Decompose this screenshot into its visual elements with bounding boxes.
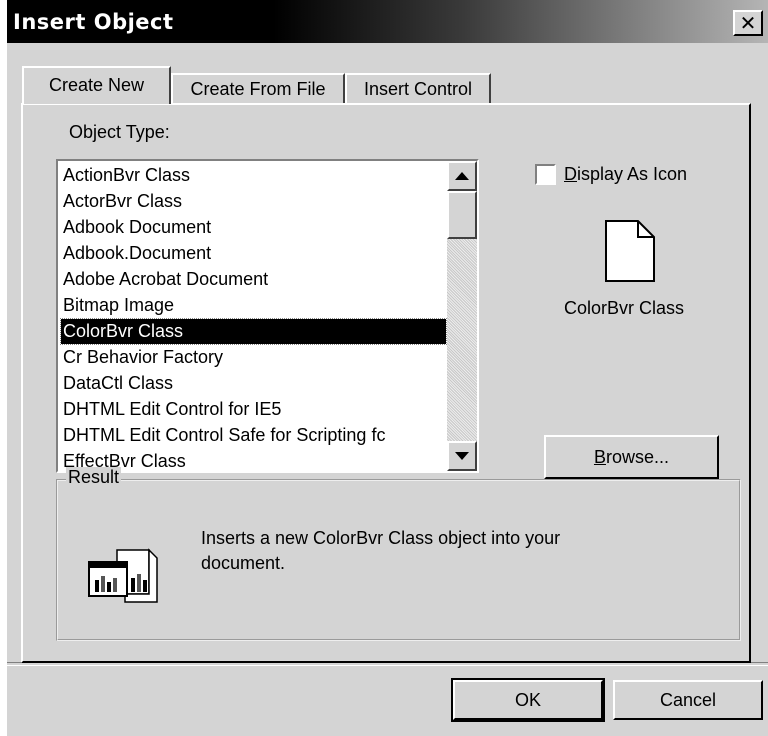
dialog-title: Insert Object xyxy=(13,10,174,34)
tab-insert-control-label: Insert Control xyxy=(363,79,473,99)
list-item[interactable]: Adbook.Document xyxy=(61,241,446,266)
result-label: Result xyxy=(66,467,122,488)
display-as-icon-label[interactable]: Display As Icon xyxy=(564,164,687,185)
close-icon: ✕ xyxy=(739,11,757,35)
tab-create-from-file[interactable]: Create From File xyxy=(171,73,345,103)
tab-create-from-file-label: Create From File xyxy=(190,79,326,99)
ok-button[interactable]: OK xyxy=(451,678,605,722)
cancel-button-label: Cancel xyxy=(659,689,717,710)
scroll-down-button[interactable] xyxy=(447,441,477,471)
list-item[interactable]: DataCtl Class xyxy=(61,371,446,396)
scroll-up-button[interactable] xyxy=(447,161,477,191)
list-item-selected[interactable]: ColorBvr Class xyxy=(60,318,447,345)
result-description-line2: document. xyxy=(201,553,286,573)
object-type-listbox[interactable]: ActionBvr Class ActorBvr Class Adbook Do… xyxy=(56,159,479,473)
document-icon xyxy=(605,220,655,282)
list-item[interactable]: DHTML Edit Control Safe for Scripting fc xyxy=(61,423,446,448)
close-button[interactable]: ✕ xyxy=(733,10,763,36)
tab-create-new[interactable]: Create New xyxy=(22,66,171,104)
embedded-object-icon xyxy=(88,548,158,603)
title-bar[interactable]: Insert Object ✕ xyxy=(7,0,768,43)
arrow-down-icon xyxy=(455,452,469,460)
tab-create-new-label: Create New xyxy=(48,75,145,95)
result-description-line1: Inserts a new ColorBvr Class object into… xyxy=(201,528,561,548)
browse-button-label: Browse... xyxy=(593,446,670,467)
vertical-scrollbar[interactable] xyxy=(447,161,477,471)
scroll-thumb[interactable] xyxy=(447,191,477,239)
cancel-button[interactable]: Cancel xyxy=(613,680,763,720)
list-item[interactable]: Bitmap Image xyxy=(61,293,446,318)
tab-insert-control[interactable]: Insert Control xyxy=(345,73,491,103)
object-type-label: Object Type: xyxy=(69,122,170,142)
list-item[interactable]: Adobe Acrobat Document xyxy=(61,267,446,292)
icon-caption: ColorBvr Class xyxy=(564,298,685,318)
list-item[interactable]: Adbook Document xyxy=(61,215,446,240)
list-item[interactable]: ActionBvr Class xyxy=(61,163,446,188)
list-item[interactable]: Cr Behavior Factory xyxy=(61,345,446,370)
display-as-icon-checkbox[interactable] xyxy=(535,164,556,185)
list-item[interactable]: DHTML Edit Control for IE5 xyxy=(61,397,446,422)
insert-object-dialog: Insert Object ✕ Create New Create From F… xyxy=(7,0,768,736)
browse-button[interactable]: Browse... xyxy=(544,435,719,479)
ok-button-label: OK xyxy=(514,689,541,710)
display-as-icon-text: Display As Icon xyxy=(564,164,688,184)
list-item[interactable]: ActorBvr Class xyxy=(61,189,446,214)
arrow-up-icon xyxy=(455,172,469,180)
